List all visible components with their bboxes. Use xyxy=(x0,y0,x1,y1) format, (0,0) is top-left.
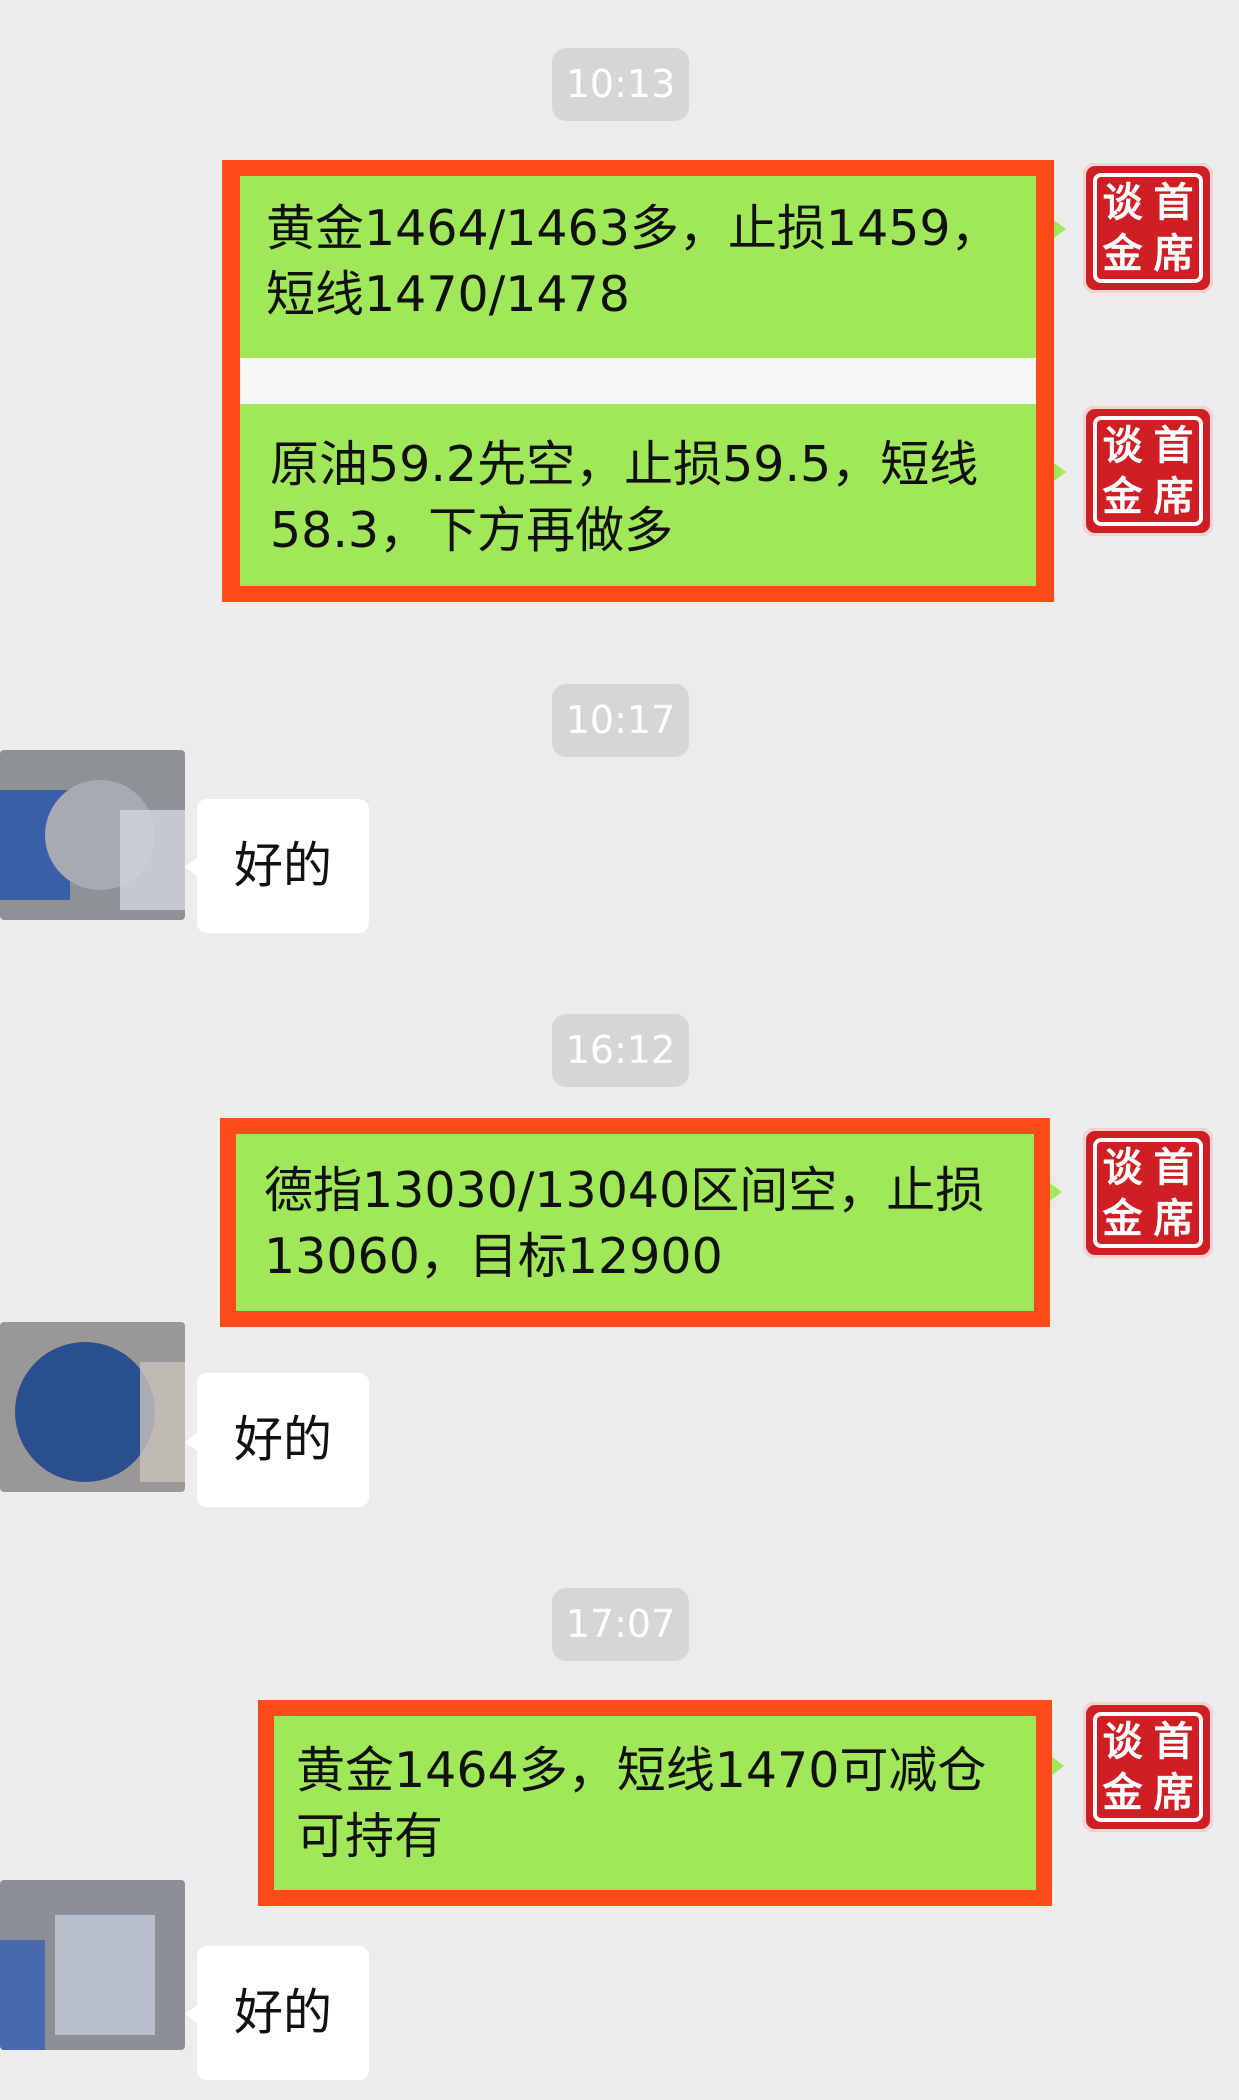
message-bubble-outgoing[interactable]: 黄金1464/1463多，止损1459， 短线1470/1478 xyxy=(240,176,1036,358)
seal-char: 席 xyxy=(1153,1195,1194,1242)
seal-char: 谈 xyxy=(1102,1144,1143,1191)
timestamp: 16:12 xyxy=(552,1014,689,1087)
message-line: 短线1470/1478 xyxy=(266,266,630,323)
bubble-tail-icon xyxy=(1054,220,1066,238)
seal-char: 金 xyxy=(1102,473,1143,520)
seal-char: 首 xyxy=(1153,422,1194,469)
seal-char: 席 xyxy=(1153,1769,1194,1816)
user-avatar-blurred[interactable] xyxy=(0,1880,185,2050)
bubble-tail-icon xyxy=(1052,1757,1064,1775)
message-bubble-outgoing[interactable]: 德指13030/13040区间空，止损 13060，目标12900 xyxy=(236,1134,1034,1311)
seal-avatar-icon[interactable]: 谈 首 金 席 xyxy=(1083,1128,1213,1258)
user-avatar-blurred[interactable] xyxy=(0,750,185,920)
message-line: 58.3，下方再做多 xyxy=(270,502,674,559)
bubble-tail-icon xyxy=(185,2005,197,2023)
seal-avatar-icon[interactable]: 谈 首 金 席 xyxy=(1083,1702,1213,1832)
seal-char: 席 xyxy=(1153,230,1194,277)
seal-char: 首 xyxy=(1153,1718,1194,1765)
message-line: 原油59.2先空，止损59.5，短线 xyxy=(270,436,979,493)
message-line: 黄金1464/1463多，止损1459， xyxy=(266,200,1000,257)
message-line: 黄金1464多，短线1470可减仓 xyxy=(296,1742,987,1799)
message-line: 13060，目标12900 xyxy=(264,1228,723,1285)
message-line: 德指13030/13040区间空，止损 xyxy=(264,1162,985,1219)
message-bubble-outgoing[interactable]: 原油59.2先空，止损59.5，短线 58.3，下方再做多 xyxy=(240,404,1036,586)
seal-avatar-icon[interactable]: 谈 首 金 席 xyxy=(1083,163,1213,293)
message-bubble-incoming[interactable]: 好的 xyxy=(197,799,369,933)
user-avatar-blurred[interactable] xyxy=(0,1322,185,1492)
message-bubble-incoming[interactable]: 好的 xyxy=(197,1946,369,2080)
seal-char: 金 xyxy=(1102,1769,1143,1816)
divider xyxy=(240,358,1036,404)
message-bubble-outgoing[interactable]: 黄金1464多，短线1470可减仓 可持有 xyxy=(274,1716,1036,1890)
avatar-image xyxy=(0,1880,185,2050)
bubble-tail-icon xyxy=(185,1433,197,1451)
avatar-image xyxy=(0,1322,185,1492)
seal-char: 首 xyxy=(1153,179,1194,226)
bubble-tail-icon xyxy=(1050,1183,1062,1201)
seal-char: 金 xyxy=(1102,230,1143,277)
seal-avatar-icon[interactable]: 谈 首 金 席 xyxy=(1083,406,1213,536)
seal-char: 谈 xyxy=(1102,422,1143,469)
message-bubble-incoming[interactable]: 好的 xyxy=(197,1373,369,1507)
seal-char: 谈 xyxy=(1102,1718,1143,1765)
timestamp: 10:17 xyxy=(552,684,689,757)
seal-char: 金 xyxy=(1102,1195,1143,1242)
bubble-tail-icon xyxy=(185,858,197,876)
seal-char: 首 xyxy=(1153,1144,1194,1191)
bubble-tail-icon xyxy=(1054,463,1066,481)
seal-char: 谈 xyxy=(1102,179,1143,226)
timestamp: 17:07 xyxy=(552,1588,689,1661)
message-line: 可持有 xyxy=(296,1808,444,1865)
avatar-image xyxy=(0,750,185,920)
timestamp: 10:13 xyxy=(552,48,689,121)
seal-char: 席 xyxy=(1153,473,1194,520)
